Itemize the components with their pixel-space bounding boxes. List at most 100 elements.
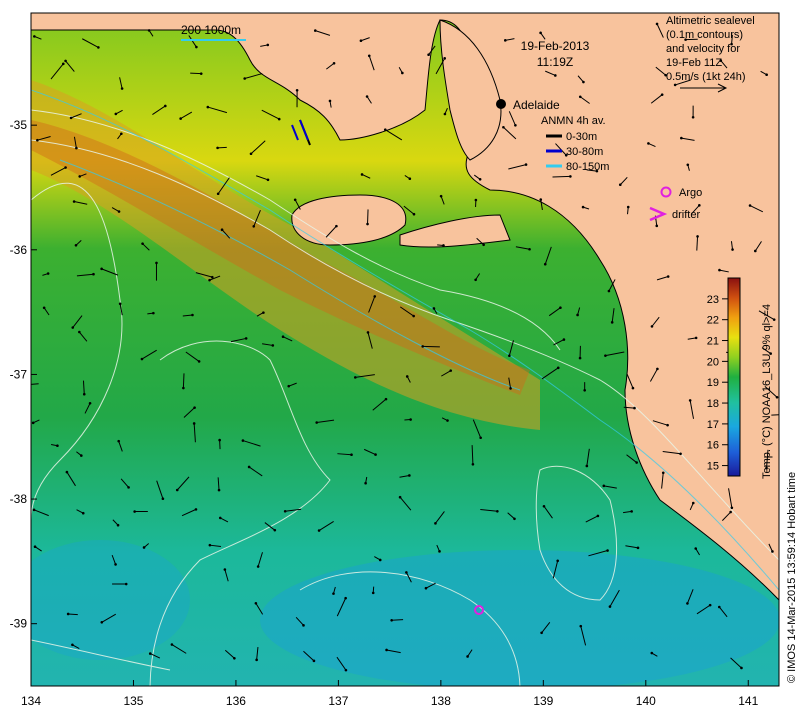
velocity-arrow-head bbox=[148, 652, 152, 655]
velocity-arrow-head bbox=[133, 510, 136, 513]
velocity-arrow-head bbox=[554, 74, 557, 77]
velocity-arrow-head bbox=[618, 183, 622, 187]
velocity-arrow-head bbox=[371, 591, 375, 595]
velocity-arrow-head bbox=[74, 244, 78, 247]
velocity-arrow-head bbox=[175, 488, 179, 492]
velocity-arrow-head bbox=[315, 421, 318, 424]
velocity-arrow-head bbox=[266, 178, 270, 182]
anmn-label-2: 80-150m bbox=[566, 161, 609, 173]
velocity-arrow-head bbox=[283, 509, 287, 513]
lat-tick-label: -36 bbox=[10, 243, 28, 257]
velocity-arrow-head bbox=[206, 105, 210, 109]
velocity-arrow-head bbox=[412, 314, 415, 318]
velocity-arrow-head bbox=[412, 212, 416, 216]
velocity-arrow-head bbox=[328, 99, 332, 103]
velocity-arrow-head bbox=[427, 53, 430, 57]
velocity-arrow-head bbox=[562, 338, 566, 341]
velocity-arrow-head bbox=[36, 138, 39, 142]
velocity-arrow-head bbox=[197, 360, 201, 363]
velocity-arrow-head bbox=[608, 605, 612, 608]
colorbar-tick-label: 16 bbox=[707, 440, 719, 452]
velocity-arrow-head bbox=[698, 204, 701, 207]
velocity-arrow-head bbox=[694, 336, 698, 340]
velocity-arrow-head bbox=[46, 272, 50, 275]
velocity-arrow-head bbox=[81, 511, 85, 515]
velocity-arrow-head bbox=[78, 330, 81, 334]
velocity-arrow-head bbox=[401, 71, 404, 75]
velocity-arrow-head bbox=[350, 453, 353, 457]
velocity-arrow-head bbox=[508, 354, 511, 357]
colorbar-tick-label: 17 bbox=[707, 419, 719, 431]
anmn-label-0: 0-30m bbox=[566, 131, 597, 143]
velocity-arrow-head bbox=[753, 249, 757, 253]
velocity-arrow-head bbox=[543, 262, 547, 266]
colorbar-tick-label: 15 bbox=[707, 461, 719, 473]
velocity-arrow-head bbox=[688, 399, 692, 402]
velocity-arrow-head bbox=[405, 375, 409, 378]
velocity-arrow-head bbox=[100, 620, 104, 624]
velocity-arrow-head bbox=[650, 651, 654, 655]
colorbar-tick-label: 20 bbox=[707, 356, 719, 368]
colorbar-tick-label: 22 bbox=[707, 315, 719, 327]
velocity-arrow-head bbox=[140, 357, 144, 361]
velocity-arrow-head bbox=[142, 546, 146, 549]
velocity-arrow-head bbox=[708, 603, 712, 607]
velocity-arrow-head bbox=[686, 163, 690, 167]
velocity-arrow-head bbox=[223, 568, 227, 571]
velocity-arrow-head bbox=[78, 175, 82, 178]
velocity-arrow-head bbox=[359, 39, 363, 43]
velocity-arrow-head bbox=[69, 116, 73, 120]
velocity-arrow-head bbox=[636, 546, 640, 550]
velocity-arrow-head bbox=[313, 29, 317, 32]
velocity-arrow-head bbox=[88, 401, 92, 405]
velocity-arrow-head bbox=[366, 222, 369, 226]
velocity-arrow-head bbox=[217, 488, 221, 492]
velocity-arrow-head bbox=[252, 225, 256, 228]
velocity-arrow-head bbox=[633, 406, 636, 410]
velocity-arrow-head bbox=[596, 514, 600, 518]
velocity-arrow-head bbox=[585, 464, 589, 468]
velocity-arrow-head bbox=[385, 648, 388, 652]
velocity-arrow-head bbox=[33, 545, 37, 548]
velocity-arrow-head bbox=[312, 659, 316, 663]
velocity-arrow-head bbox=[604, 354, 607, 357]
velocity-arrow-head bbox=[513, 517, 516, 521]
velocity-arrow bbox=[422, 345, 440, 348]
velocity-arrow-head bbox=[366, 331, 370, 334]
velocity-arrow-head bbox=[686, 602, 689, 605]
velocity-arrow-head bbox=[424, 586, 428, 590]
adelaide-marker bbox=[496, 99, 506, 109]
altimetry-line-1: Altimetric sealevel bbox=[666, 15, 755, 27]
velocity-arrow-head bbox=[717, 605, 721, 609]
velocity-arrow-head bbox=[281, 335, 285, 338]
velocity-arrow-head bbox=[384, 397, 388, 401]
velocity-arrow-head bbox=[474, 198, 478, 202]
velocity-arrow-head bbox=[581, 205, 585, 209]
velocity-arrow-head bbox=[170, 643, 174, 646]
velocity-arrow-head bbox=[556, 559, 559, 563]
lat-tick-label: -37 bbox=[10, 367, 28, 381]
velocity-arrow-head bbox=[446, 419, 449, 422]
velocity-arrow-head bbox=[731, 248, 734, 251]
velocity-arrow-head bbox=[147, 29, 151, 32]
colorbar-tick-label: 19 bbox=[707, 377, 719, 389]
velocity-arrow-head bbox=[302, 624, 305, 627]
velocity-arrow-head bbox=[249, 152, 253, 156]
velocity-arrow-head bbox=[578, 95, 582, 99]
map-date: 19-Feb-2013 bbox=[521, 39, 590, 53]
velocity-arrow-head bbox=[31, 421, 35, 425]
velocity-arrow-head bbox=[443, 57, 446, 60]
altimetry-line-5: 0.5m/s (1kt 24h) bbox=[666, 71, 745, 83]
velocity-arrow-head bbox=[33, 35, 36, 38]
lon-tick-label: 139 bbox=[533, 694, 553, 708]
velocity-arrow-head bbox=[65, 470, 69, 474]
velocity-arrow-head bbox=[92, 272, 95, 276]
velocity-arrow-head bbox=[626, 205, 630, 209]
velocity-arrow-head bbox=[141, 242, 144, 245]
velocity-arrow-head bbox=[579, 624, 583, 628]
velocity-arrow-head bbox=[295, 88, 299, 92]
velocity-arrow-head bbox=[64, 59, 67, 63]
velocity-arrow-head bbox=[630, 510, 633, 513]
velocity-arrow-head bbox=[273, 528, 277, 532]
velocity-arrow-head bbox=[233, 656, 236, 660]
